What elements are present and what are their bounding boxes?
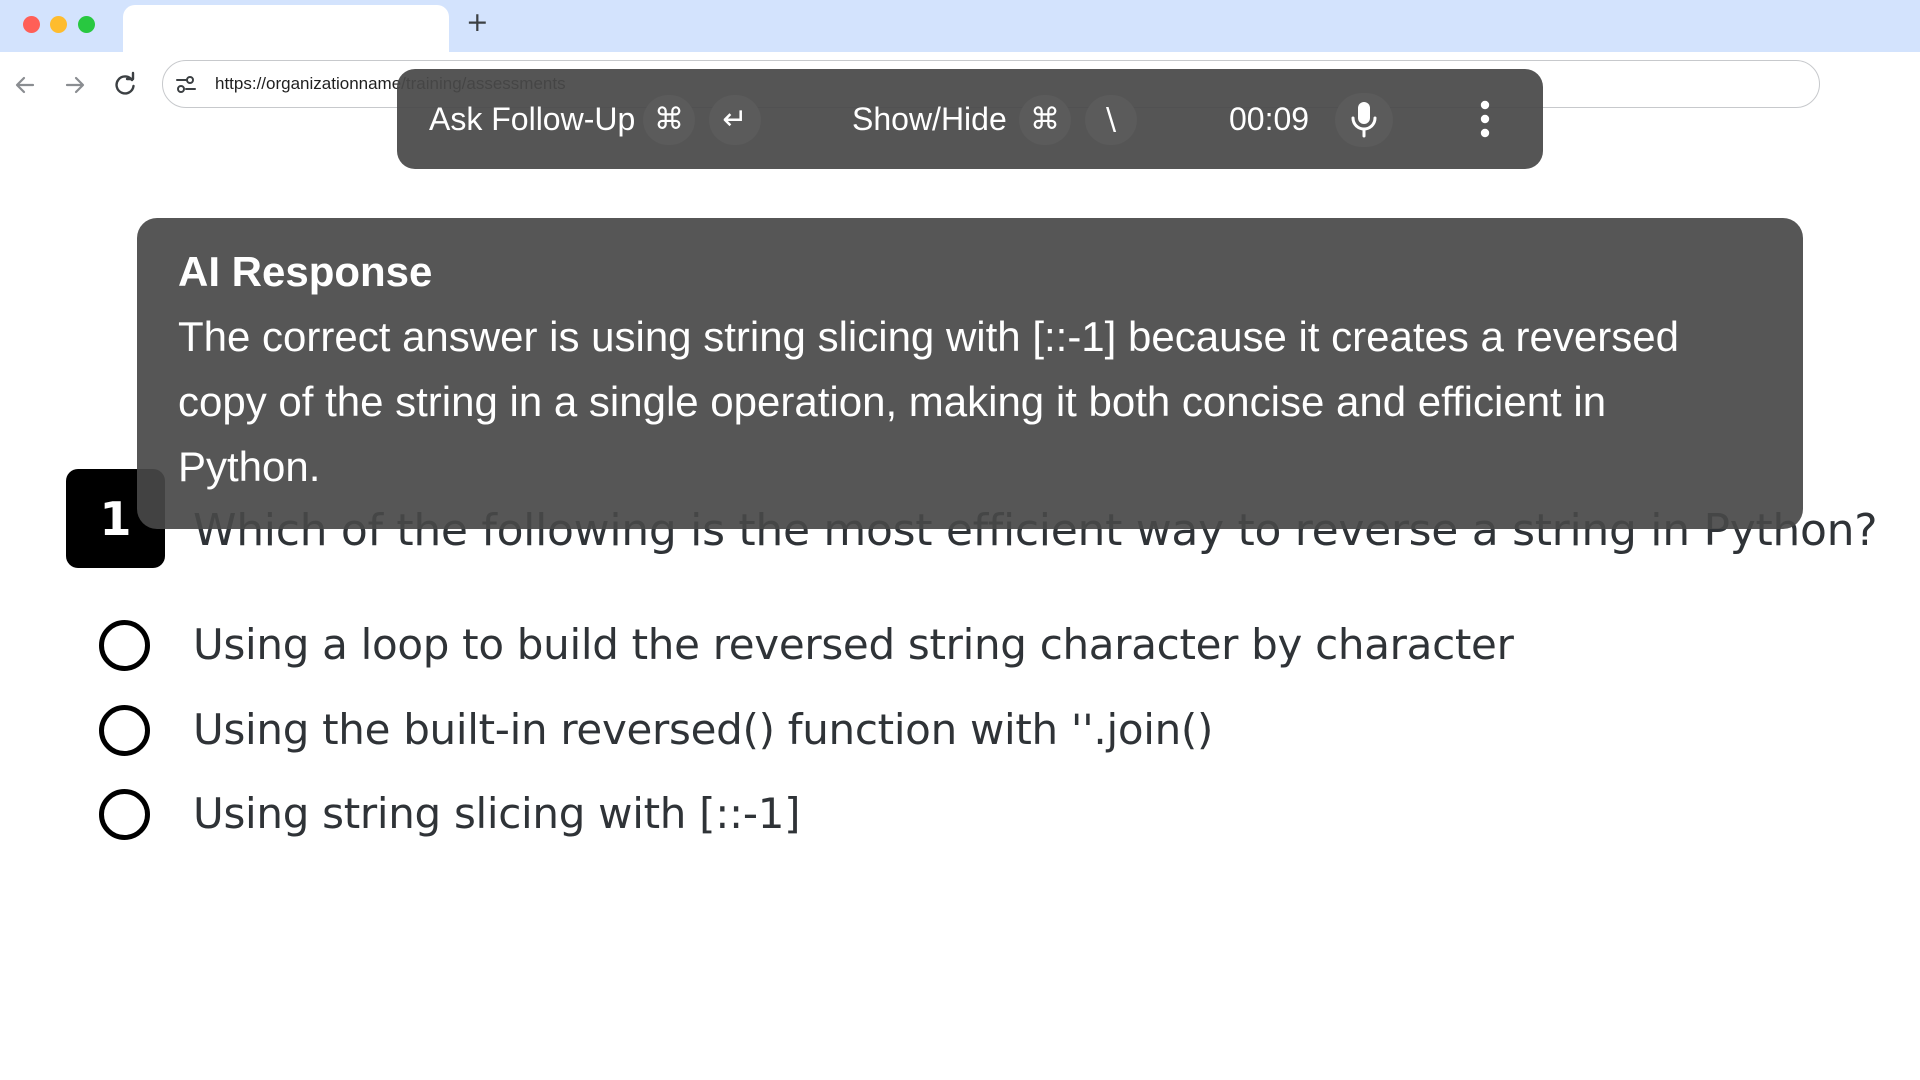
ai-response-text: The correct answer is using string slici… [178, 313, 1679, 490]
more-options-button[interactable] [1470, 99, 1500, 139]
show-hide-button[interactable]: Show/Hide [852, 99, 1007, 139]
enter-key-icon: ↵ [709, 95, 761, 145]
new-tab-button[interactable]: + [466, 8, 489, 38]
radio-button[interactable] [99, 789, 150, 840]
answer-option-label[interactable]: Using the built-in reversed() function w… [193, 702, 1213, 758]
backslash-key-icon: \ [1085, 95, 1137, 145]
ask-follow-up-button[interactable]: Ask Follow-Up [429, 99, 635, 139]
browser-tab-strip: + [0, 0, 1920, 52]
reload-icon[interactable] [111, 71, 139, 99]
microphone-icon [1351, 102, 1377, 138]
back-arrow-icon[interactable] [11, 71, 39, 99]
assistant-control-bar: Ask Follow-Up ⌘ ↵ Show/Hide ⌘ \ 00:09 [397, 69, 1543, 169]
command-key-icon: ⌘ [643, 95, 695, 145]
command-key-icon: ⌘ [1019, 95, 1071, 145]
maximize-window-button[interactable] [78, 16, 95, 33]
radio-button[interactable] [99, 620, 150, 671]
close-window-button[interactable] [23, 16, 40, 33]
ai-response-title: AI Response [178, 248, 433, 295]
site-settings-icon[interactable] [174, 72, 198, 96]
radio-button[interactable] [99, 705, 150, 756]
ai-response-panel: AI Response The correct answer is using … [137, 218, 1803, 529]
answer-option-label[interactable]: Using string slicing with [::-1] [193, 786, 801, 842]
more-vertical-icon [1480, 100, 1490, 138]
microphone-button[interactable] [1335, 93, 1393, 147]
forward-arrow-icon[interactable] [61, 71, 89, 99]
timer: 00:09 [1229, 101, 1310, 137]
minimize-window-button[interactable] [50, 16, 67, 33]
browser-tab[interactable] [123, 5, 449, 52]
answer-option-label[interactable]: Using a loop to build the reversed strin… [193, 617, 1514, 673]
